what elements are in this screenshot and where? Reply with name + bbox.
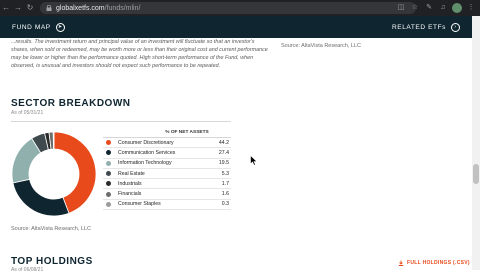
table-row: Information Technology 19.5 — [103, 159, 231, 169]
arrow-right-icon: › — [451, 22, 460, 32]
table-row: Consumer Staples 0.3 — [103, 200, 231, 211]
legend-swatch — [106, 191, 111, 197]
sector-value: 27.4 — [218, 149, 229, 156]
sector-name: Communication Services — [118, 149, 176, 156]
sector-breakdown-title: SECTOR BREAKDOWN — [11, 98, 131, 109]
performance-disclaimer: ...results. The investment return and pr… — [11, 39, 268, 69]
table-row: Industrials 1.7 — [103, 179, 231, 190]
related-etfs-button[interactable]: RELATED ETFs › — [392, 22, 460, 32]
legend-swatch — [106, 201, 111, 207]
source-note-right: Source: AltaVista Research, LLC — [281, 43, 361, 49]
page-scrollbar[interactable] — [472, 16, 480, 270]
cast-icon[interactable]: ◫ — [396, 2, 406, 14]
table-row: Consumer Discretionary 44.2 — [103, 138, 231, 149]
table-row: Communication Services 27.4 — [103, 148, 231, 159]
sector-value: 0.3 — [221, 201, 229, 208]
url-text: globalxetfs.com/funds/mlin/ — [56, 4, 141, 12]
bookmark-star-icon[interactable]: ☆ — [410, 2, 420, 14]
table-header: % OF NET ASSETS — [103, 130, 231, 138]
address-bar[interactable]: globalxetfs.com/funds/mlin/ — [40, 2, 416, 14]
menu-icon[interactable]: ⋮ — [466, 2, 476, 14]
scrollbar-thumb[interactable] — [473, 164, 479, 184]
legend-swatch — [106, 171, 111, 177]
sector-value: 19.5 — [218, 160, 229, 167]
legend-swatch — [106, 140, 111, 146]
legend-swatch — [106, 181, 111, 187]
sector-as-of-date: As of 05/31/21 — [11, 110, 44, 116]
media-icon[interactable]: ♫ — [438, 2, 448, 14]
donut-slice — [52, 131, 55, 150]
forward-icon[interactable]: → — [12, 0, 24, 16]
compass-icon: ➤ — [55, 22, 65, 32]
sector-name: Consumer Discretionary — [118, 139, 174, 146]
browser-toolbar: ← → ↻ globalxetfs.com/funds/mlin/ ◫ ☆ ✎ … — [0, 0, 480, 16]
back-icon[interactable]: ← — [0, 0, 12, 16]
top-holdings-title: TOP HOLDINGS — [11, 256, 93, 267]
sector-name: Real Estate — [118, 170, 145, 177]
fund-map-button[interactable]: FUND MAP ➤ — [12, 22, 65, 32]
reload-icon[interactable]: ↻ — [24, 0, 36, 16]
download-icon — [398, 260, 404, 266]
sector-name: Consumer Staples — [118, 201, 161, 208]
sector-name: Financials — [118, 191, 142, 198]
table-row: Financials 1.6 — [103, 189, 231, 200]
sector-value: 1.7 — [221, 180, 229, 187]
sector-value: 44.2 — [218, 139, 229, 146]
mouse-cursor-icon — [250, 155, 258, 166]
divider — [11, 121, 231, 122]
lock-icon — [46, 5, 52, 11]
profile-avatar[interactable] — [452, 3, 462, 13]
table-row: Real Estate 5.3 — [103, 169, 231, 180]
full-holdings-link[interactable]: FULL HOLDINGS (.CSV) — [398, 260, 470, 266]
sector-name: Industrials — [118, 180, 142, 187]
sector-name: Information Technology — [118, 160, 172, 167]
sector-value: 1.6 — [221, 191, 229, 198]
sector-donut-chart — [11, 131, 97, 217]
sector-value: 5.3 — [221, 170, 229, 177]
fund-nav-bar: FUND MAP ➤ RELATED ETFs › — [0, 16, 472, 38]
holdings-as-of-date: As of 06/08/21 — [11, 267, 44, 273]
legend-swatch — [106, 160, 111, 166]
extension-icon[interactable]: ✎ — [424, 2, 434, 14]
donut-slice — [12, 178, 70, 217]
sector-source-note: Source: AltaVista Research, LLC — [11, 226, 91, 232]
legend-swatch — [106, 150, 111, 156]
sector-table: % OF NET ASSETS Consumer Discretionary 44… — [103, 130, 231, 211]
